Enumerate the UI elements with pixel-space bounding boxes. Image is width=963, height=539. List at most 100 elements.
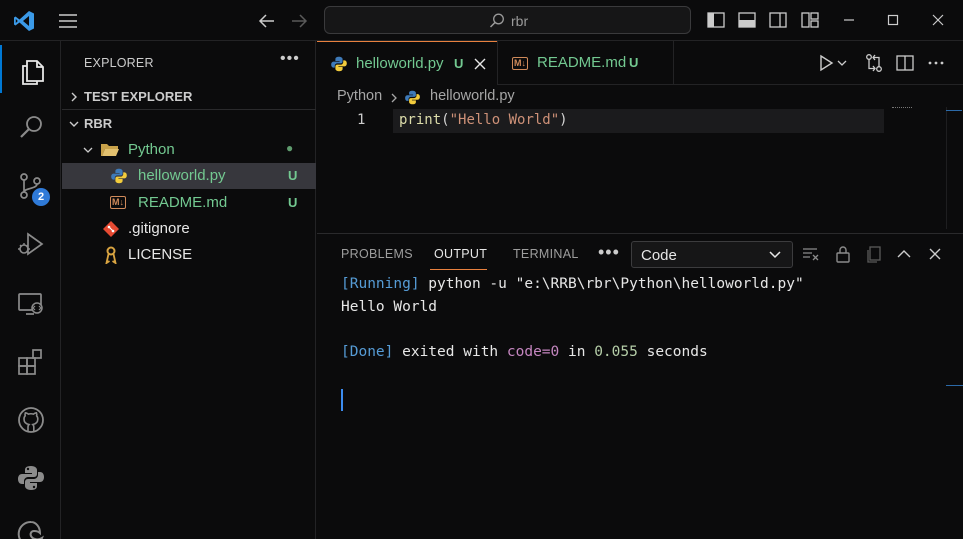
folder-open-icon [101,144,119,156]
tree-item-label: LICENSE [128,246,193,263]
open-changes-icon[interactable] [863,52,885,74]
panel-tab-problems[interactable]: PROBLEMS [341,247,413,261]
output-channel-select[interactable]: Code [631,241,793,268]
menu-icon[interactable] [56,10,80,32]
tree-item-label: .gitignore [128,220,190,237]
panel-more-actions[interactable]: ••• [598,242,620,263]
tree-item-helloworld-py[interactable]: helloworld.py U [62,163,316,189]
tab-separator [673,41,674,85]
toggle-secondary-sidebar-icon[interactable] [767,9,789,31]
run-file-icon[interactable] [815,52,837,74]
section-divider [62,109,316,110]
remote-explorer-icon [18,293,43,315]
activity-extensions[interactable] [0,335,61,383]
running-command: python -u "e:\RRB\rbr\Python\helloworld.… [419,276,804,292]
breadcrumb-file[interactable]: helloworld.py [430,88,515,104]
close-icon[interactable] [927,9,949,31]
tab-helloworld-py[interactable]: helloworld.py U [317,41,497,85]
activity-github[interactable] [0,393,61,441]
tab-label: README.md [537,54,627,71]
activity-remote-explorer[interactable] [0,277,61,325]
chevron-right-icon [71,92,77,102]
done-text: exited with [393,344,507,360]
command-center-search[interactable]: rbr [324,6,691,34]
section-rbr[interactable]: RBR [62,111,316,137]
title-bar: rbr [0,0,963,41]
activity-source-control[interactable]: 2 [0,159,61,207]
close-panel-icon[interactable] [925,244,945,264]
run-dropdown-chevron-icon[interactable] [835,52,849,74]
untracked-badge: U [288,168,298,183]
explorer-more-actions[interactable]: ••• [280,50,300,68]
activity-explorer[interactable] [0,45,61,93]
minimap[interactable] [892,107,912,109]
maximize-panel-icon[interactable] [894,244,914,264]
run-debug-icon [18,232,44,256]
code-function: print [399,112,442,128]
python-file-icon [331,56,347,72]
breadcrumb-folder[interactable]: Python [337,88,382,104]
bottom-panel: PROBLEMS OUTPUT TERMINAL ••• Code [Runni… [317,233,963,539]
search-text: rbr [511,13,529,29]
split-editor-icon[interactable] [894,52,916,74]
section-test-explorer[interactable]: TEST EXPLORER [62,84,316,110]
python-icon [18,466,44,490]
activity-python[interactable] [0,451,61,499]
section-label: TEST EXPLORER [84,89,193,104]
scrollbar-cursor-marker [946,110,962,111]
code-paren-close: ) [559,112,568,128]
open-output-in-editor-icon[interactable] [864,244,884,264]
customize-layout-icon[interactable] [799,9,821,31]
activity-run-debug[interactable] [0,217,61,265]
scrollbar-track[interactable] [946,107,947,229]
activity-edge-devtools[interactable] [0,507,61,539]
done-tag: [Done] [341,344,394,360]
search-icon [20,116,42,138]
code-text[interactable]: print("Hello World") [399,112,568,128]
tree-item-readme-md[interactable]: M↓ README.md U [62,190,316,216]
more-actions-icon[interactable] [925,52,947,74]
edge-devtools-icon [17,520,44,539]
lock-scroll-icon[interactable] [833,244,853,264]
tab-status: U [454,56,464,71]
scrollbar-cursor-marker [946,385,963,386]
forward-arrow-icon[interactable] [288,10,310,32]
close-tab-icon[interactable] [473,57,487,71]
chevron-down-icon [69,121,79,127]
python-file-icon [111,168,127,184]
toggle-panel-icon[interactable] [736,9,758,31]
explorer-title: EXPLORER [84,56,154,70]
source-control-badge: 2 [32,188,50,206]
output-cursor [341,389,343,411]
maximize-icon[interactable] [882,9,904,31]
code-line[interactable]: 1 print("Hello World") [317,109,963,133]
markdown-file-icon: M↓ [110,196,126,209]
done-in: in [559,344,595,360]
github-icon [18,407,44,433]
tab-readme-md[interactable]: M↓ README.md U [498,41,673,85]
tree-item-gitignore[interactable]: .gitignore [62,216,316,242]
panel-tab-output[interactable]: OUTPUT [434,247,487,261]
git-file-icon [103,221,119,237]
panel-tab-terminal[interactable]: TERMINAL [513,247,579,261]
tree-item-label: Python [128,141,175,158]
back-arrow-icon[interactable] [256,10,278,32]
activity-search[interactable] [0,101,61,149]
elapsed-unit: seconds [637,344,708,360]
editor-tab-bar: helloworld.py U M↓ README.md U [317,41,963,85]
license-file-icon [105,246,117,264]
untracked-badge: U [288,195,298,210]
toggle-primary-sidebar-icon[interactable] [705,9,727,31]
elapsed-time: 0.055 [594,344,638,360]
tree-item-license[interactable]: LICENSE [62,242,316,268]
minimize-icon[interactable] [838,9,860,31]
files-icon [22,60,44,85]
extensions-icon [18,349,42,375]
line-number: 1 [357,112,366,128]
tree-item-python-folder[interactable]: Python ● [62,137,316,163]
markdown-file-icon: M↓ [512,57,528,70]
chevron-right-icon [391,93,397,103]
clear-output-icon[interactable] [801,244,821,264]
output-line-running: [Running] python -u "e:\RRB\rbr\Python\h… [341,276,804,292]
output-line-stdout: Hello World [341,299,438,315]
